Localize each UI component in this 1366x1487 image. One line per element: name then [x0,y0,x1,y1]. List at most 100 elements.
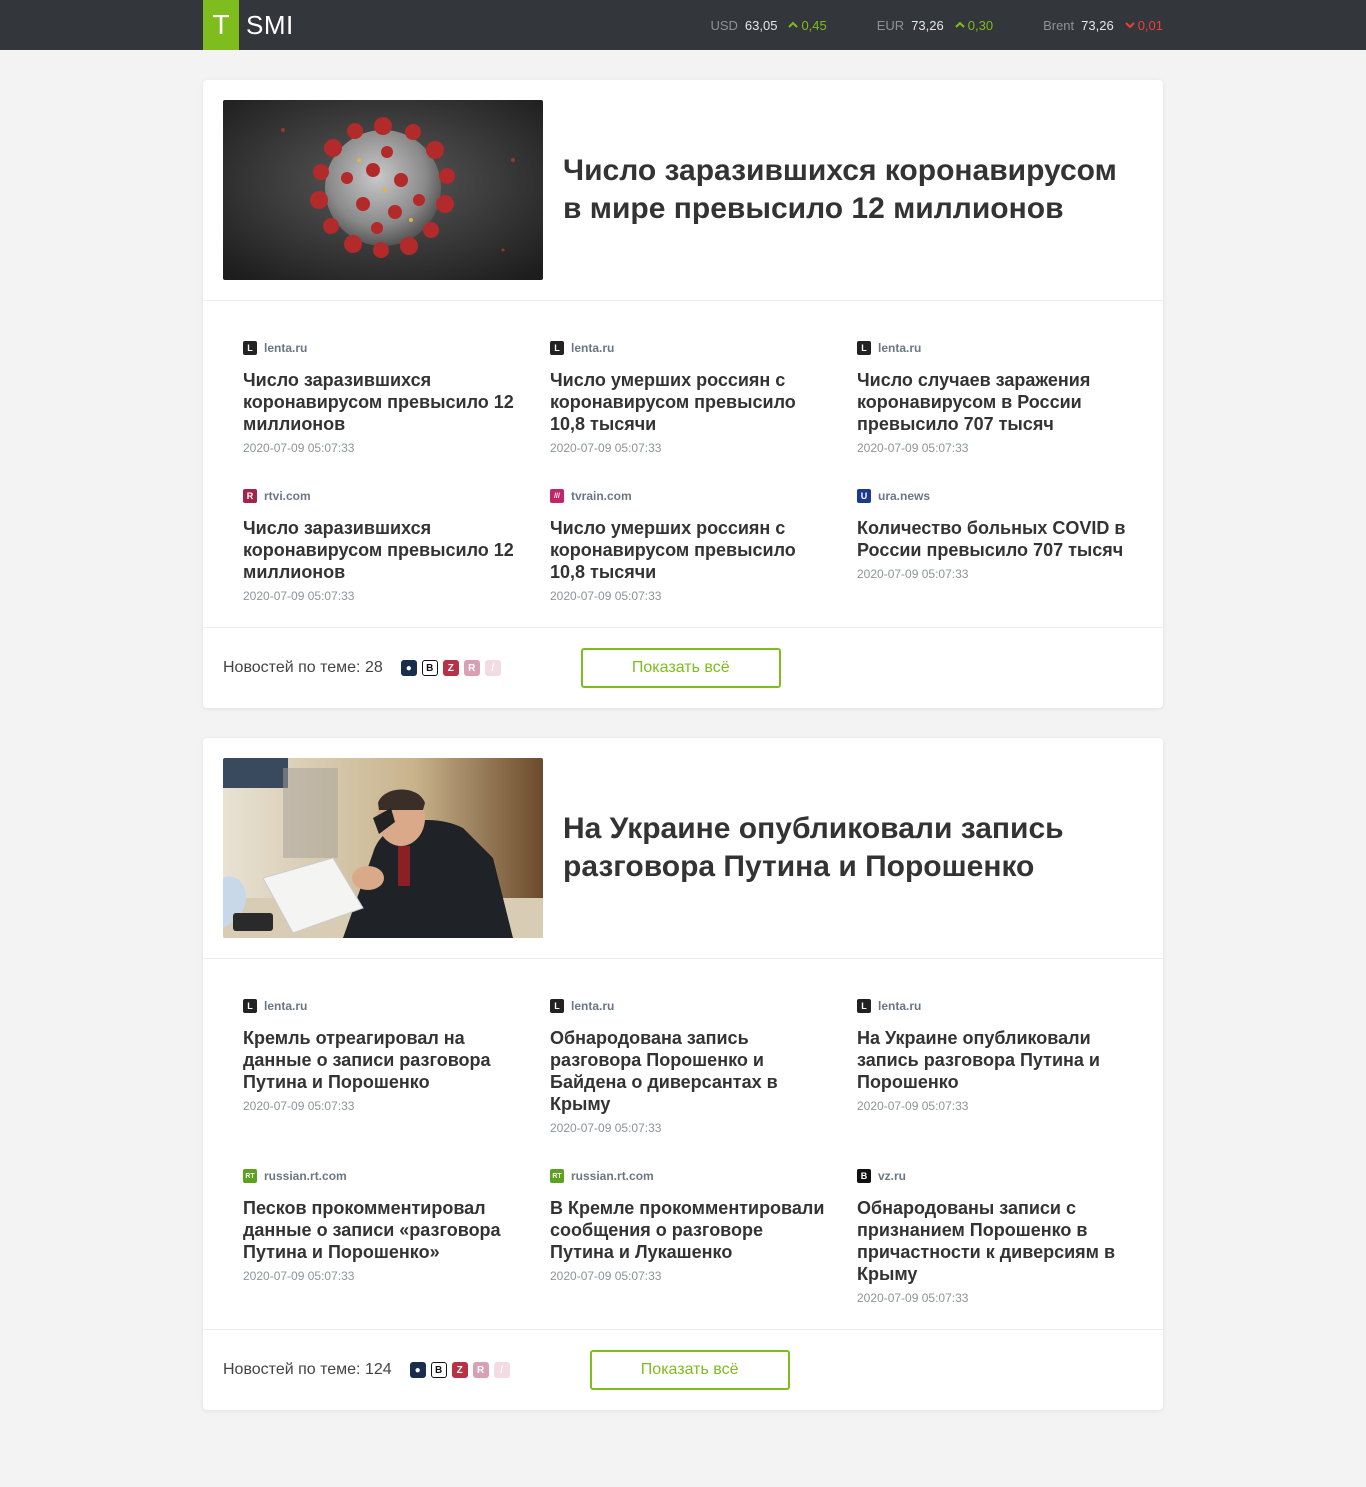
source-name: russian.rt.com [571,1169,654,1183]
news-count: Новостей по теме: 124 [223,1361,392,1378]
news-title[interactable]: Количество больных COVID в России превыс… [857,517,1133,561]
rate-name: Brent [1043,17,1075,33]
story-card: На Украине опубликовали запись разговора… [203,738,1163,1410]
rate-change: 0,01 [1137,17,1163,33]
news-date: 2020-07-09 05:07:33 [857,567,969,581]
lenta-logo-icon: L [857,341,871,355]
news-item[interactable]: L lenta.ru Кремль отреагировал на данные… [243,989,550,1135]
rate-name: EUR [876,17,905,33]
news-title[interactable]: Песков прокомментировал данные о записи … [243,1197,520,1263]
news-date: 2020-07-09 05:07:33 [243,1099,355,1113]
news-date: 2020-07-09 05:07:33 [550,1121,662,1135]
news-date: 2020-07-09 05:07:33 [550,589,662,603]
story-hero[interactable]: На Украине опубликовали запись разговора… [203,738,1163,959]
news-item[interactable]: L lenta.ru Число случаев заражения корон… [857,331,1163,455]
rt-logo-icon: RT [243,1169,257,1183]
news-source[interactable]: L lenta.ru [857,999,1133,1013]
source-name: rtvi.com [264,489,311,503]
news-source[interactable]: L lenta.ru [243,341,520,355]
story-title[interactable]: Число заразившихся коронавирусом в мире … [563,152,1143,228]
source-name: lenta.ru [571,999,615,1013]
source-name: lenta.ru [571,341,615,355]
rate-change: 0,45 [801,17,827,33]
source-name: tvrain.com [571,489,632,503]
news-source[interactable]: L lenta.ru [550,999,827,1013]
rate-value: 73,26 [1081,17,1114,33]
news-source[interactable]: /// tvrain.com [550,489,827,503]
story-image[interactable] [223,100,543,280]
news-source[interactable]: R rtvi.com [243,489,520,503]
source-logo-icon: ● [400,660,417,676]
lenta-logo-icon: L [550,341,564,355]
source-name: lenta.ru [878,341,922,355]
news-item[interactable]: U ura.news Количество больных COVID в Ро… [857,479,1163,603]
news-source[interactable]: B vz.ru [857,1169,1133,1183]
story-hero[interactable]: Число заразившихся коронавирусом в мире … [203,80,1163,301]
phone-call-photo [223,758,543,938]
tvrain-logo-icon: /// [550,489,564,503]
news-list: L lenta.ru Число заразившихся коронавиру… [203,301,1163,628]
story-card: Число заразившихся коронавирусом в мире … [203,80,1163,708]
source-logo-icon: / [484,660,501,676]
rtvi-logo-icon: R [243,489,257,503]
source-icons: ● B Z R / [409,1362,515,1378]
news-source[interactable]: U ura.news [857,489,1133,503]
news-title[interactable]: Число заразившихся коронавирусом превыси… [243,517,520,583]
news-title[interactable]: Обнародованы записи с признанием Порошен… [857,1197,1133,1285]
news-source[interactable]: RT russian.rt.com [243,1169,520,1183]
news-title[interactable]: Обнародована запись разговора Порошенко … [550,1027,827,1115]
show-all-button[interactable]: Показать всё [580,648,781,688]
source-name: vz.ru [878,1169,907,1183]
lenta-logo-icon: L [243,341,257,355]
chevron-up-icon [788,21,799,28]
news-date: 2020-07-09 05:07:33 [550,1269,662,1283]
news-item[interactable]: RT russian.rt.com В Кремле прокомментиро… [550,1159,857,1305]
source-logo-icon: R [463,660,480,676]
source-logo-icon: R [472,1362,489,1378]
source-name: russian.rt.com [264,1169,347,1183]
news-item[interactable]: L lenta.ru На Украине опубликовали запис… [857,989,1163,1135]
news-feed: Число заразившихся коронавирусом в мире … [203,80,1163,1410]
news-title[interactable]: Число умерших россиян с коронавирусом пр… [550,369,827,435]
vz-logo-icon: B [857,1169,871,1183]
source-logo-icon: / [493,1362,510,1378]
news-source[interactable]: RT russian.rt.com [550,1169,827,1183]
news-item[interactable]: L lenta.ru Число заразившихся коронавиру… [243,331,550,455]
currency-rates: USD 63,05 0,45 EUR 73,26 0,30 Brent 73,2… [660,18,1163,33]
news-date: 2020-07-09 05:07:33 [857,1291,969,1305]
coronavirus-image [223,100,543,280]
news-item[interactable]: L lenta.ru Число умерших россиян с корон… [550,331,857,455]
news-title[interactable]: Кремль отреагировал на данные о записи р… [243,1027,520,1093]
news-title[interactable]: Число случаев заражения коронавирусом в … [857,369,1133,435]
story-title[interactable]: На Украине опубликовали запись разговора… [563,810,1143,886]
chevron-up-icon [955,21,965,28]
news-source[interactable]: L lenta.ru [243,999,520,1013]
news-item[interactable]: RT russian.rt.com Песков прокомментирова… [243,1159,550,1305]
news-item[interactable]: /// tvrain.com Число умерших россиян с к… [550,479,857,603]
news-item[interactable]: B vz.ru Обнародованы записи с признанием… [857,1159,1163,1305]
news-item[interactable]: L lenta.ru Обнародована запись разговора… [550,989,857,1135]
show-all-button[interactable]: Показать всё [589,1350,790,1390]
news-source[interactable]: L lenta.ru [857,341,1133,355]
news-date: 2020-07-09 05:07:33 [243,589,355,603]
source-logo-icon: ● [409,1362,426,1378]
news-title[interactable]: Число умерших россиян с коронавирусом пр… [550,517,827,583]
rate-eur: EUR 73,26 0,30 [877,18,993,33]
logo[interactable]: T SMI [203,0,294,50]
rate-name: USD [710,17,738,33]
news-date: 2020-07-09 05:07:33 [243,1269,355,1283]
news-source[interactable]: L lenta.ru [550,341,827,355]
story-image[interactable] [223,758,543,938]
news-title[interactable]: На Украине опубликовали запись разговора… [857,1027,1133,1093]
news-title[interactable]: В Кремле прокомментировали сообщения о р… [550,1197,827,1263]
news-list: L lenta.ru Кремль отреагировал на данные… [203,959,1163,1330]
chevron-down-icon [1124,22,1135,29]
rate-brent: Brent 73,26 0,01 [1043,18,1163,33]
rate-value: 63,05 [744,17,778,33]
logo-letter: T [203,0,239,50]
source-name: lenta.ru [264,999,308,1013]
source-logo-icon: Z [442,660,459,676]
news-title[interactable]: Число заразившихся коронавирусом превыси… [243,369,520,435]
story-footer: Новостей по теме: 28 ● B Z R / Показать … [203,628,1163,708]
news-item[interactable]: R rtvi.com Число заразившихся коронавиру… [243,479,550,603]
